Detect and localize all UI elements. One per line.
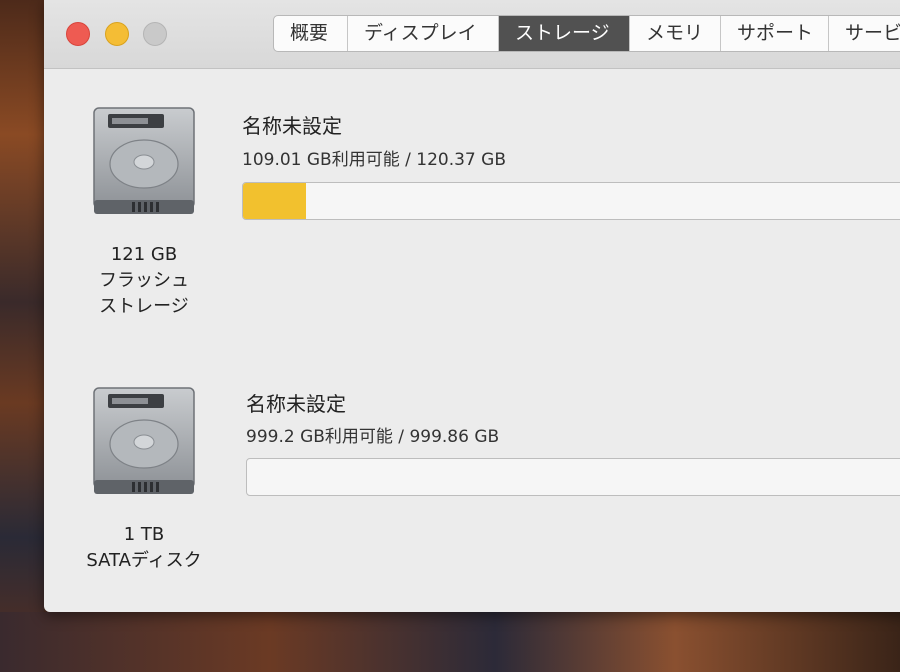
drive-type-line2: ストレージ — [99, 296, 189, 317]
minimize-button[interactable] — [105, 22, 129, 46]
tab-support[interactable]: サポート — [721, 16, 829, 51]
volume-availability: 999.2 GB利用可能 / 999.86 GB — [246, 427, 500, 447]
volume-name: 名称未設定 — [246, 392, 346, 416]
tab-storage[interactable]: ストレージ — [499, 16, 630, 51]
drive-type-line1: SATAディスク — [86, 550, 202, 571]
storage-used-segment[interactable] — [243, 183, 306, 219]
title-bar: 概要 ディスプレイ ストレージ メモリ サポート サービ — [44, 0, 900, 69]
hard-drive-icon — [93, 107, 195, 214]
storage-usage-bar — [242, 182, 900, 220]
desktop-wallpaper-bottom — [0, 612, 900, 672]
storage-usage-bar — [246, 458, 900, 496]
tab-service[interactable]: サービ — [829, 16, 900, 51]
tab-memory[interactable]: メモリ — [630, 16, 721, 51]
hard-drive-icon — [93, 387, 195, 494]
volume-availability: 109.01 GB利用可能 / 120.37 GB — [242, 150, 506, 170]
about-this-mac-window: 概要 ディスプレイ ストレージ メモリ サポート サービ 121 GB フラッシ… — [44, 0, 900, 612]
drive-type-line1: フラッシュ — [99, 270, 189, 291]
tab-bar: 概要 ディスプレイ ストレージ メモリ サポート サービ — [273, 15, 900, 52]
desktop-wallpaper — [0, 0, 44, 672]
drive-capacity: 1 TB — [123, 524, 165, 545]
drive-capacity: 121 GB — [110, 244, 178, 265]
volume-name: 名称未設定 — [242, 114, 342, 138]
zoom-button[interactable] — [143, 22, 167, 46]
close-button[interactable] — [66, 22, 90, 46]
tab-overview[interactable]: 概要 — [274, 16, 348, 51]
tab-display[interactable]: ディスプレイ — [348, 16, 499, 51]
